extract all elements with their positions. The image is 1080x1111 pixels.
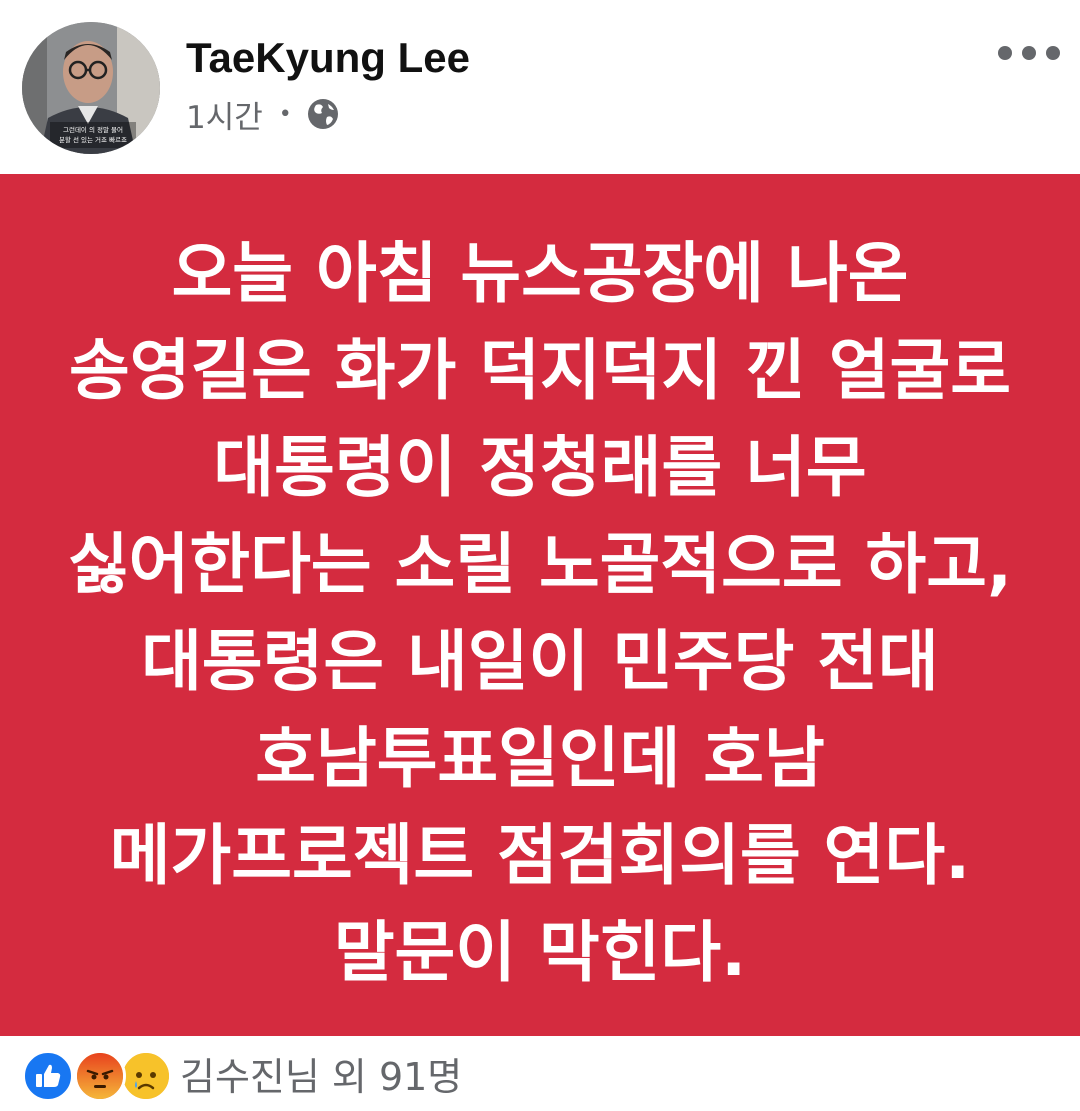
more-options-icon[interactable] bbox=[998, 38, 1060, 68]
post-text-line: 말문이 막힌다. bbox=[333, 914, 747, 991]
avatar-photo: 그런데이 의 정말 물어 분할 선 있는 거죠 빠르죠 bbox=[22, 22, 160, 154]
avatar[interactable]: 그런데이 의 정말 물어 분할 선 있는 거죠 빠르죠 bbox=[22, 22, 160, 154]
post-text-line: 메가프로젝트 점검회의를 연다. bbox=[109, 817, 971, 894]
author-name[interactable]: TaeKyung Lee bbox=[186, 34, 470, 82]
post-text-line: 대통령은 내일이 민주당 전대 bbox=[141, 623, 939, 700]
reactions-summary[interactable]: 김수진님 외 91명 bbox=[180, 1046, 462, 1101]
post-header: 그런데이 의 정말 물어 분할 선 있는 거죠 빠르죠 TaeKyung Lee… bbox=[0, 0, 1080, 174]
post-text-line: 싫어한다는 소릴 노골적으로 하고, bbox=[67, 526, 1013, 603]
like-icon[interactable] bbox=[22, 1050, 74, 1102]
post-text-line: 오늘 아침 뉴스공장에 나온 bbox=[171, 235, 909, 312]
globe-icon[interactable] bbox=[306, 97, 340, 131]
avatar-caption-1: 그런데이 의 정말 물어 bbox=[63, 125, 123, 134]
more-dot bbox=[998, 46, 1012, 60]
meta-separator: • bbox=[278, 101, 292, 127]
post-text-line: 대통령이 정청래를 너무 bbox=[213, 429, 867, 506]
sad-icon[interactable] bbox=[120, 1050, 172, 1102]
more-dot bbox=[1046, 46, 1060, 60]
post-time[interactable]: 1시간 bbox=[186, 92, 263, 137]
post-text-background: 오늘 아침 뉴스공장에 나온 송영길은 화가 덕지덕지 낀 얼굴로 대통령이 정… bbox=[0, 174, 1080, 1036]
post-text-line: 호남투표일인데 호남 bbox=[255, 720, 825, 797]
angry-icon[interactable] bbox=[74, 1050, 126, 1102]
post-meta: 1시간 • bbox=[186, 92, 340, 136]
more-dot bbox=[1022, 46, 1036, 60]
post-text-line: 송영길은 화가 덕지덕지 낀 얼굴로 bbox=[69, 332, 1011, 409]
avatar-caption-2: 분할 선 있는 거죠 빠르죠 bbox=[59, 135, 127, 144]
